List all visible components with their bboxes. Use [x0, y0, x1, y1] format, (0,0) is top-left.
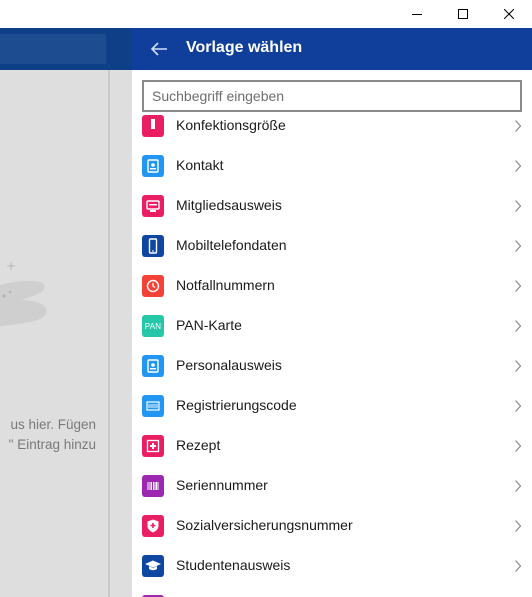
panel-title: Vorlage wählen	[186, 39, 303, 56]
background-header	[0, 28, 132, 70]
svg-text:+: +	[6, 259, 16, 273]
template-item[interactable]: Studentenausweis	[132, 546, 532, 586]
template-item-label: Seriennummer	[176, 477, 268, 493]
template-list: Konfektionsgröße Kontakt Mitgliedsausweis M…	[132, 114, 532, 597]
template-item-label: Konfektionsgröße	[176, 117, 286, 133]
background-divider	[108, 70, 110, 597]
template-item-label: Studentenausweis	[176, 557, 291, 573]
template-item[interactable]: Personalausweis	[132, 346, 532, 386]
panel-header: Vorlage wählen	[132, 28, 532, 70]
chevron-right-icon	[514, 199, 522, 213]
template-item[interactable]: Mitgliedsausweis	[132, 186, 532, 226]
template-item-label: Rezept	[176, 437, 221, 453]
close-icon	[504, 9, 514, 19]
chevron-right-icon	[514, 279, 522, 293]
chevron-right-icon	[514, 239, 522, 253]
chevron-right-icon	[514, 399, 522, 413]
background-app: + us hier. Fügen " Eintrag hinzu	[0, 28, 132, 597]
maximize-icon	[458, 9, 468, 19]
search-box	[142, 80, 522, 112]
chevron-right-icon	[514, 119, 522, 133]
graduation-cap-icon	[142, 555, 164, 577]
template-item[interactable]: PAN PAN-Karte	[132, 306, 532, 346]
template-item-label: Kontakt	[176, 157, 224, 173]
template-item[interactable]: Konfektionsgröße	[132, 114, 532, 146]
barcode-icon	[142, 475, 164, 497]
template-item-label: Personalausweis	[176, 357, 282, 373]
template-item-label: Notfallnummern	[176, 277, 275, 293]
shield-icon	[142, 515, 164, 537]
background-hint-line2: " Eintrag hinzu	[8, 437, 96, 452]
background-search-bar	[0, 34, 106, 64]
template-item[interactable]: Sozialversicherungsnummer	[132, 506, 532, 546]
icon-text: PAN	[144, 321, 162, 331]
template-item[interactable]: Registrierungscode	[132, 386, 532, 426]
template-item-label: Sozialversicherungsnummer	[176, 517, 353, 533]
chevron-right-icon	[514, 439, 522, 453]
template-picker-panel: Vorlage wählen Konfektionsgröße Kontakt Mi…	[132, 28, 532, 597]
search-input[interactable]	[144, 82, 512, 110]
template-item[interactable]	[132, 586, 532, 597]
mobile-phone-icon	[142, 235, 164, 257]
background-hint-line1: us hier. Fügen	[10, 417, 96, 432]
template-item[interactable]: Mobiltelefondaten	[132, 226, 532, 266]
maximize-button[interactable]	[440, 0, 486, 28]
tshirt-icon	[142, 115, 164, 137]
medical-cross-icon	[142, 435, 164, 457]
window-titlebar	[0, 0, 532, 28]
minimize-button[interactable]	[394, 0, 440, 28]
membership-card-icon	[142, 195, 164, 217]
template-item[interactable]: Rezept	[132, 426, 532, 466]
id-card-icon	[142, 355, 164, 377]
template-item[interactable]: Notfallnummern	[132, 266, 532, 306]
template-item-label: PAN-Karte	[176, 317, 242, 333]
chevron-right-icon	[514, 319, 522, 333]
close-button[interactable]	[486, 0, 532, 28]
template-item-label: Mobiltelefondaten	[176, 237, 287, 253]
chevron-right-icon	[514, 479, 522, 493]
clock-icon	[142, 275, 164, 297]
template-item[interactable]: Kontakt	[132, 146, 532, 186]
contact-card-icon	[142, 155, 164, 177]
pan-icon: PAN	[142, 315, 164, 337]
chevron-right-icon	[514, 559, 522, 573]
chevron-right-icon	[514, 159, 522, 173]
chevron-right-icon	[514, 519, 522, 533]
back-button[interactable]	[146, 37, 172, 61]
template-item-label: Registrierungscode	[176, 397, 297, 413]
template-item[interactable]: Seriennummer	[132, 466, 532, 506]
template-item-label: Mitgliedsausweis	[176, 197, 282, 213]
empty-state-illustration: +	[0, 259, 47, 327]
registration-code-icon	[142, 395, 164, 417]
minimize-icon	[412, 14, 422, 15]
chevron-right-icon	[514, 359, 522, 373]
arrow-left-icon	[150, 42, 167, 56]
